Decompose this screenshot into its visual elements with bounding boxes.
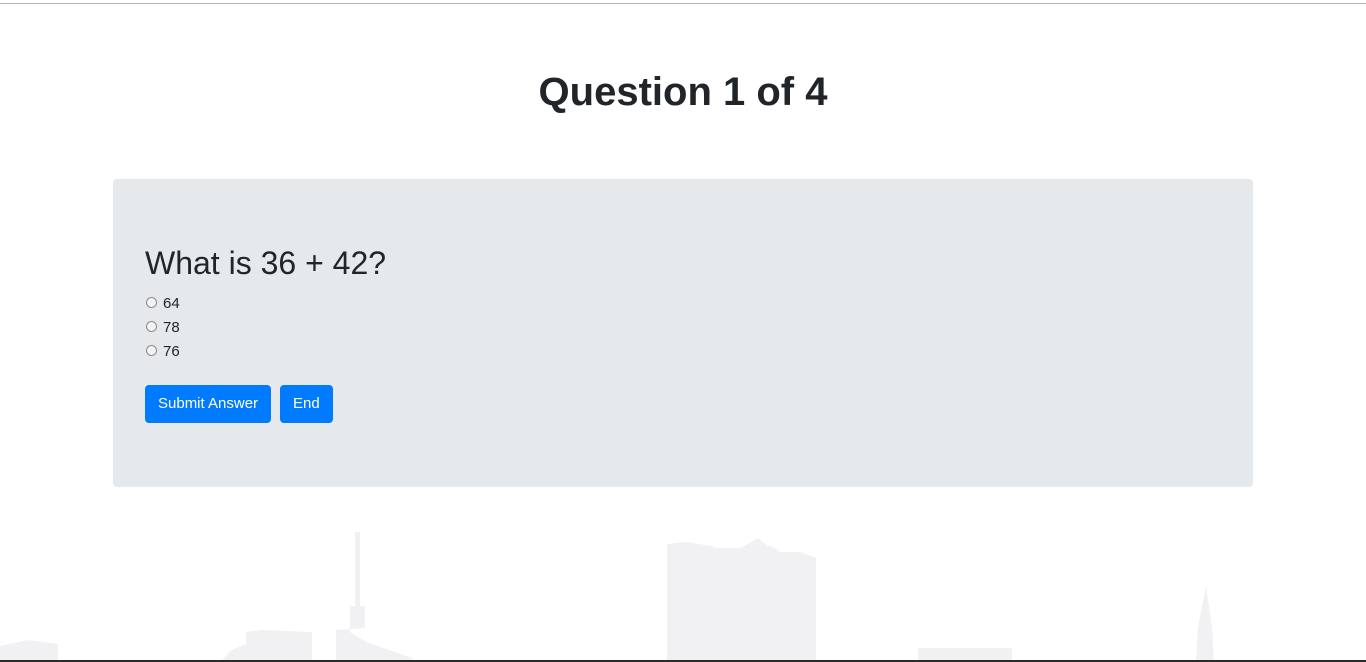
answer-options: 64 78 76 — [145, 291, 180, 363]
skyline-background — [0, 532, 1214, 662]
page-title: Question 1 of 4 — [538, 70, 828, 114]
answer-option[interactable]: 64 — [145, 291, 180, 315]
answer-option[interactable]: 78 — [145, 315, 180, 339]
action-buttons: Submit Answer End — [145, 385, 333, 423]
answer-option-label: 78 — [163, 318, 180, 336]
submit-answer-button[interactable]: Submit Answer — [145, 385, 272, 423]
answer-option[interactable]: 76 — [145, 339, 180, 363]
question-card: What is 36 + 42? 64 78 76 Submit Answer … — [113, 179, 1253, 487]
answer-option-label: 64 — [163, 294, 180, 312]
question-text: What is 36 + 42? — [145, 245, 387, 281]
top-divider — [0, 3, 1366, 4]
radio-button[interactable] — [146, 296, 157, 308]
answer-option-label: 76 — [163, 342, 180, 360]
end-button[interactable]: End — [280, 385, 333, 423]
radio-button[interactable] — [146, 320, 157, 332]
radio-button[interactable] — [146, 344, 157, 356]
